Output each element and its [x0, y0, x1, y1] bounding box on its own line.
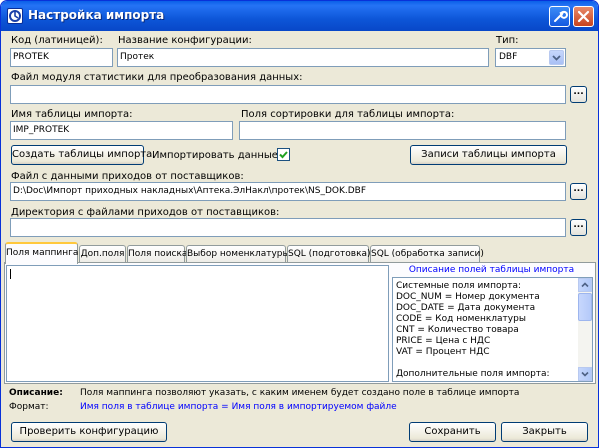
description-line: CODE = Код номенклатуры [396, 314, 526, 324]
supplier-dir-browse-button[interactable]: ... [570, 219, 587, 236]
type-label: Тип: [496, 35, 519, 46]
text-caret [10, 269, 11, 279]
table-records-button[interactable]: Записи таблицы импорта [410, 145, 567, 165]
supplier-file-input[interactable]: D:\Doc\Импорт приходных накладных\Аптека… [10, 182, 566, 201]
mapping-fields-editor[interactable] [6, 265, 389, 382]
close-icon [577, 10, 590, 23]
code-input[interactable]: PROTEK [10, 48, 113, 67]
save-button[interactable]: Сохранить [409, 422, 496, 442]
config-name-input[interactable]: Протек [117, 48, 489, 67]
window-close-button[interactable] [573, 6, 594, 27]
scroll-thumb[interactable] [578, 293, 592, 321]
format-label: Формат: [9, 402, 49, 412]
code-label: Код (латиницей): [11, 35, 103, 46]
sort-fields-input[interactable] [239, 121, 566, 140]
sort-fields-label: Поля сортировки для таблицы импорта: [241, 109, 455, 120]
check-config-button[interactable]: Проверить конфигурацию [11, 422, 167, 442]
chevron-down-icon[interactable] [549, 50, 564, 65]
window-title: Настройка импорта [28, 8, 165, 22]
supplier-file-label: Файл с данными приходов от поставщиков: [11, 171, 244, 182]
description-text: Поля маппинга позволяют указать, с каким… [80, 388, 520, 398]
tools-button[interactable] [549, 6, 570, 27]
description-scrollbar[interactable] [578, 278, 592, 381]
tab-sql-record[interactable]: SQL (обработка записи) [370, 245, 484, 263]
supplier-dir-label: Директория с файлами приходов от поставщ… [11, 207, 280, 218]
stats-module-input[interactable] [10, 85, 566, 104]
fields-description-title: Описание полей таблицы импорта [408, 265, 575, 275]
description-label: Описание: [9, 388, 63, 398]
description-line: VAT = Процент НДС [396, 347, 490, 357]
stats-module-label: Файл модуля статистики для преобразовани… [11, 72, 303, 83]
close-button[interactable]: Закрыть [501, 422, 588, 442]
description-line: Дополнительные поля импорта: [396, 369, 550, 379]
import-table-label: Имя таблицы импорта: [11, 109, 133, 120]
create-table-button[interactable]: Создать таблицы импорта [11, 145, 152, 165]
title-bar[interactable]: Настройка импорта [1, 1, 598, 31]
description-line: CNT = Количество товара [396, 325, 519, 335]
description-line: DOC_DATE = Дата документа [396, 303, 536, 313]
description-line: DOC_NUM = Номер документа [396, 292, 540, 302]
import-settings-window: Настройка импорта Код (латиницей): PROTE… [0, 0, 599, 448]
format-text: Имя поля в таблице импорта = Имя поля в … [80, 402, 397, 412]
tab-search-fields[interactable]: Поля поиска [127, 245, 187, 263]
tab-extra-fields[interactable]: Доп.поля [79, 245, 126, 263]
app-icon [7, 8, 23, 24]
wrench-icon [554, 10, 568, 22]
import-data-label: Импортировать данные [152, 150, 278, 161]
checkmark-icon [279, 151, 288, 159]
description-line: Системные поля импорта: [396, 281, 521, 291]
import-data-checkbox[interactable] [277, 148, 290, 161]
tab-sql-prepare[interactable]: SQL (подготовка) [287, 245, 371, 263]
stats-module-browse-button[interactable]: ... [570, 86, 587, 103]
type-select-value: DBF [499, 52, 518, 62]
supplier-dir-input[interactable] [10, 218, 566, 237]
fields-description-list[interactable]: Системные поля импорта: DOC_NUM = Номер … [392, 277, 593, 382]
scroll-up-icon[interactable] [578, 278, 592, 292]
tab-nomenclature-select[interactable]: Выбор номенклатуры [186, 245, 290, 263]
tab-mapping-fields[interactable]: Поля маппинга [5, 242, 78, 264]
description-line: PRICE = Цена с НДС [396, 336, 491, 346]
type-select[interactable]: DBF [495, 48, 566, 67]
scroll-down-icon[interactable] [578, 367, 592, 381]
supplier-file-browse-button[interactable]: ... [570, 183, 587, 200]
import-table-input[interactable]: IMP_PROTEK [10, 121, 233, 140]
config-name-label: Название конфигурации: [118, 35, 252, 46]
